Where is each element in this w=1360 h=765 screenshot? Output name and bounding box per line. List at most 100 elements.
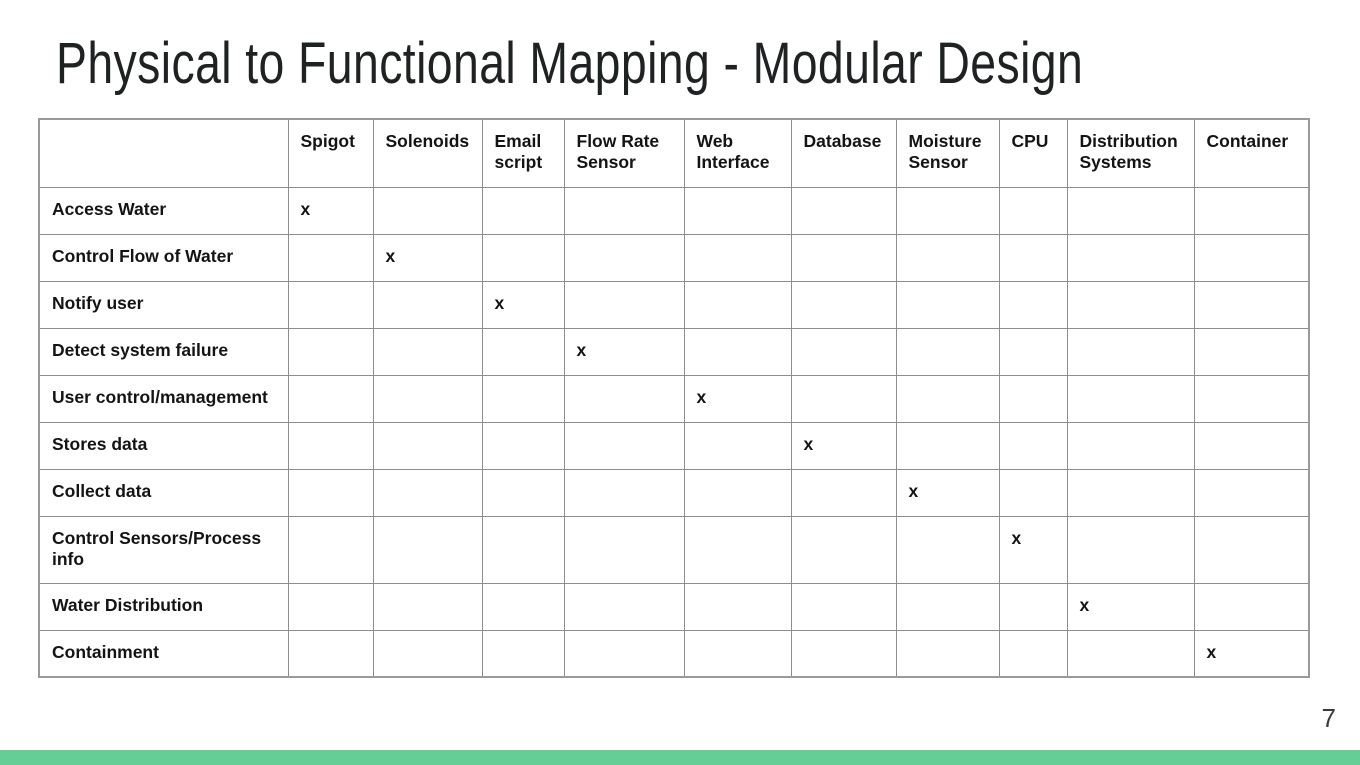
matrix-empty-cell xyxy=(563,233,685,282)
matrix-empty-cell xyxy=(372,186,483,235)
matrix-empty-cell xyxy=(287,468,374,517)
matrix-empty-cell xyxy=(372,280,483,329)
slide-canvas: Physical to Functional Mapping - Modular… xyxy=(0,0,1360,765)
matrix-empty-cell xyxy=(481,629,565,678)
matrix-empty-cell xyxy=(563,421,685,470)
matrix-empty-cell xyxy=(683,629,792,678)
matrix-empty-cell xyxy=(372,515,483,584)
matrix-empty-cell xyxy=(1193,515,1310,584)
matrix-row: Detect system failure x xyxy=(38,327,1310,376)
matrix-empty-cell xyxy=(287,233,374,282)
matrix-empty-cell xyxy=(895,233,1000,282)
matrix-row: Collect data x xyxy=(38,468,1310,517)
matrix-row: Containment x xyxy=(38,629,1310,678)
matrix-row: Stores data x xyxy=(38,421,1310,470)
matrix-empty-cell xyxy=(1193,468,1310,517)
matrix-empty-cell xyxy=(895,515,1000,584)
matrix-empty-cell xyxy=(1066,233,1195,282)
column-header-distribution-systems: Distribution Systems xyxy=(1066,118,1195,188)
matrix-empty-cell xyxy=(895,374,1000,423)
matrix-mark-cell: x xyxy=(481,280,565,329)
matrix-empty-cell xyxy=(790,515,897,584)
matrix-empty-cell xyxy=(998,280,1068,329)
matrix-empty-cell xyxy=(1193,186,1310,235)
matrix-empty-cell xyxy=(563,629,685,678)
row-label-control-flow-of-water: Control Flow of Water xyxy=(38,233,289,282)
matrix-empty-cell xyxy=(287,374,374,423)
matrix-empty-cell xyxy=(287,515,374,584)
matrix-mark-cell: x xyxy=(287,186,374,235)
matrix-body: Access Water x Control Flow of Water x Notif… xyxy=(38,186,1310,678)
matrix-empty-cell xyxy=(1193,374,1310,423)
matrix-empty-cell xyxy=(1066,327,1195,376)
matrix-empty-cell xyxy=(683,582,792,631)
matrix-empty-cell xyxy=(998,374,1068,423)
matrix-mark-cell: x xyxy=(998,515,1068,584)
matrix-empty-cell xyxy=(790,186,897,235)
matrix-empty-cell xyxy=(1193,421,1310,470)
matrix-mark-cell: x xyxy=(790,421,897,470)
matrix-empty-cell xyxy=(895,327,1000,376)
matrix-empty-cell xyxy=(287,629,374,678)
matrix-empty-cell xyxy=(1193,233,1310,282)
matrix-empty-cell xyxy=(481,374,565,423)
matrix-empty-cell xyxy=(481,515,565,584)
matrix-empty-cell xyxy=(1066,374,1195,423)
matrix-header-row: Spigot Solenoids Email script Flow Rate … xyxy=(38,118,1310,188)
column-header-moisture-sensor: Moisture Sensor xyxy=(895,118,1000,188)
matrix-empty-cell xyxy=(372,629,483,678)
page-title: Physical to Functional Mapping - Modular… xyxy=(56,31,1084,96)
matrix-empty-cell xyxy=(1066,186,1195,235)
matrix-corner-cell xyxy=(38,118,289,188)
column-header-container: Container xyxy=(1193,118,1310,188)
matrix-empty-cell xyxy=(481,468,565,517)
matrix-empty-cell xyxy=(481,421,565,470)
mapping-matrix-container: Spigot Solenoids Email script Flow Rate … xyxy=(38,118,1310,678)
column-header-flow-rate-sensor: Flow Rate Sensor xyxy=(563,118,685,188)
column-header-cpu: CPU xyxy=(998,118,1068,188)
matrix-empty-cell xyxy=(563,468,685,517)
matrix-mark-cell: x xyxy=(895,468,1000,517)
matrix-empty-cell xyxy=(287,327,374,376)
row-label-water-distribution: Water Distribution xyxy=(38,582,289,631)
matrix-empty-cell xyxy=(683,233,792,282)
row-label-access-water: Access Water xyxy=(38,186,289,235)
matrix-mark-cell: x xyxy=(372,233,483,282)
matrix-header: Spigot Solenoids Email script Flow Rate … xyxy=(38,118,1310,188)
row-label-notify-user: Notify user xyxy=(38,280,289,329)
matrix-empty-cell xyxy=(372,421,483,470)
matrix-row: Control Flow of Water x xyxy=(38,233,1310,282)
matrix-empty-cell xyxy=(683,327,792,376)
row-label-containment: Containment xyxy=(38,629,289,678)
matrix-empty-cell xyxy=(287,421,374,470)
row-label-detect-system-failure: Detect system failure xyxy=(38,327,289,376)
column-header-database: Database xyxy=(790,118,897,188)
matrix-empty-cell xyxy=(1066,468,1195,517)
matrix-empty-cell xyxy=(372,582,483,631)
matrix-empty-cell xyxy=(895,186,1000,235)
column-header-spigot: Spigot xyxy=(287,118,374,188)
matrix-empty-cell xyxy=(998,186,1068,235)
matrix-empty-cell xyxy=(895,280,1000,329)
matrix-mark-cell: x xyxy=(683,374,792,423)
matrix-empty-cell xyxy=(895,582,1000,631)
matrix-empty-cell xyxy=(481,327,565,376)
matrix-empty-cell xyxy=(998,629,1068,678)
matrix-empty-cell xyxy=(563,515,685,584)
column-header-email-script: Email script xyxy=(481,118,565,188)
matrix-row: Control Sensors/Process info x xyxy=(38,515,1310,584)
matrix-empty-cell xyxy=(790,233,897,282)
matrix-empty-cell xyxy=(1193,582,1310,631)
matrix-empty-cell xyxy=(790,582,897,631)
matrix-mark-cell: x xyxy=(1066,582,1195,631)
matrix-empty-cell xyxy=(372,374,483,423)
matrix-empty-cell xyxy=(563,582,685,631)
matrix-empty-cell xyxy=(1193,280,1310,329)
matrix-empty-cell xyxy=(790,374,897,423)
matrix-empty-cell xyxy=(998,327,1068,376)
matrix-empty-cell xyxy=(998,233,1068,282)
column-header-web-interface: Web Interface xyxy=(683,118,792,188)
matrix-empty-cell xyxy=(563,186,685,235)
matrix-mark-cell: x xyxy=(1193,629,1310,678)
matrix-empty-cell xyxy=(790,327,897,376)
